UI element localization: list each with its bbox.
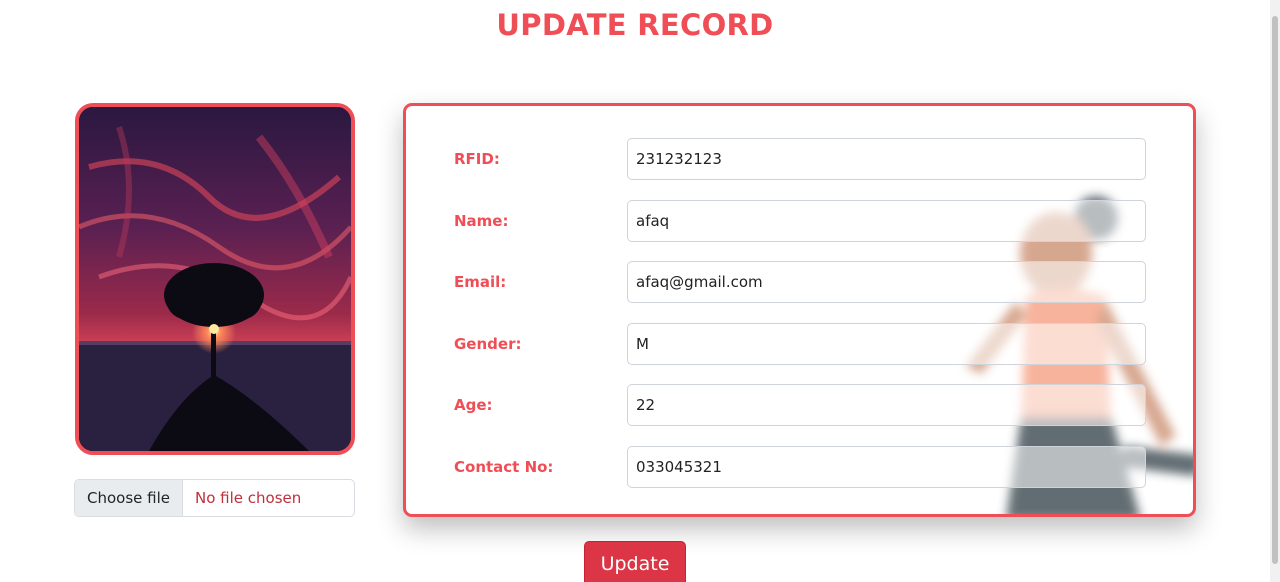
email-input[interactable] [627,261,1146,303]
contact-input[interactable] [627,446,1146,488]
name-input[interactable] [627,200,1146,242]
age-input[interactable] [627,384,1146,426]
form-row-gender: Gender: [406,323,1193,365]
form-row-name: Name: [406,200,1193,242]
contact-label: Contact No: [454,458,554,476]
rfid-label: RFID: [454,150,500,168]
form-row-email: Email: [406,261,1193,303]
form-row-age: Age: [406,384,1193,426]
update-button[interactable]: Update [584,541,686,582]
gender-label: Gender: [454,335,522,353]
scrollbar-thumb[interactable] [1272,16,1278,564]
age-label: Age: [454,396,493,414]
form-row-contact: Contact No: [406,446,1193,488]
form-row-rfid: RFID: [406,138,1193,180]
profile-photo [75,103,355,455]
choose-file-button[interactable]: Choose file [75,480,183,516]
email-label: Email: [454,273,507,291]
rfid-input[interactable] [627,138,1146,180]
page-title: UPDATE RECORD [496,8,774,42]
name-label: Name: [454,212,509,230]
photo-file-input[interactable]: Choose file No file chosen [74,479,355,517]
file-status-text: No file chosen [195,489,302,507]
sunset-tree-image [79,107,351,451]
gender-input[interactable] [627,323,1146,365]
record-form: RFID: Name: Email: Gender: Age: Contact … [403,103,1196,517]
